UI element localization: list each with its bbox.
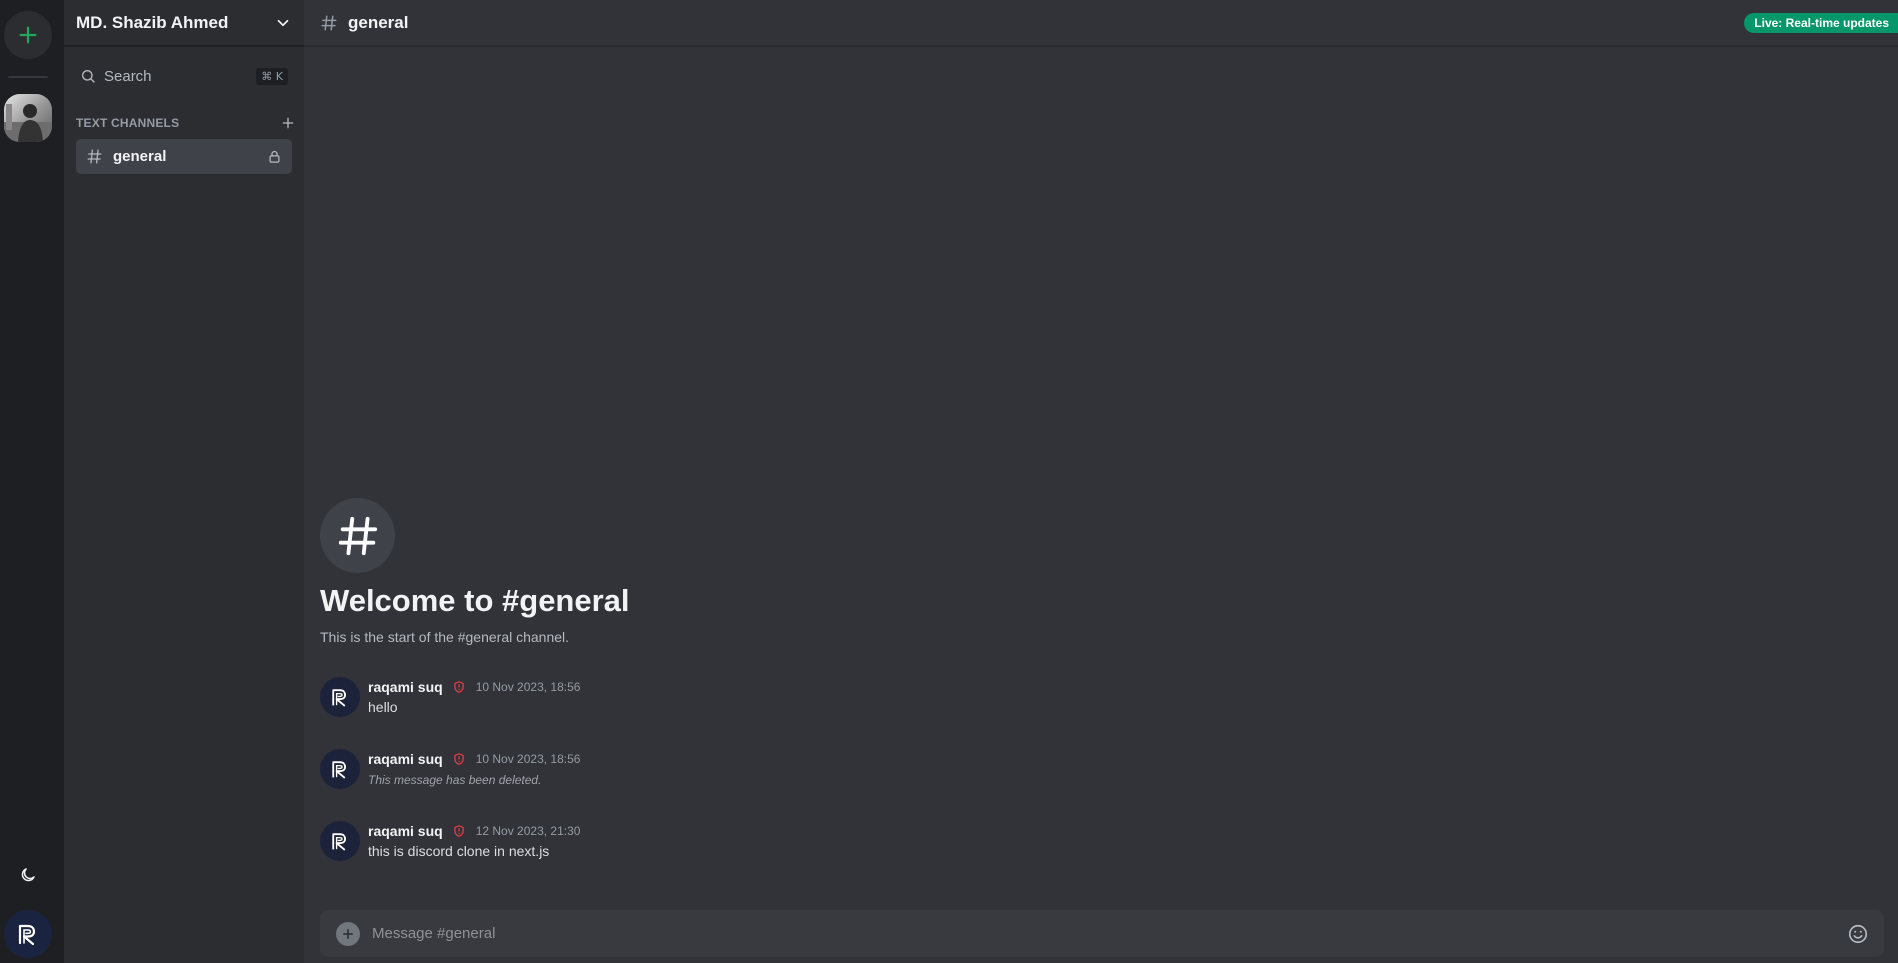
admin-role-badge [452, 824, 466, 838]
message-author[interactable]: raqami suq [368, 679, 443, 695]
message-text: hello [368, 699, 398, 715]
message-author[interactable]: raqami suq [368, 751, 443, 767]
lock-icon [269, 150, 280, 163]
channel-sidebar: MD. Shazib Ahmed Search ⌘ K TEXT CHANNEL… [64, 0, 304, 963]
moon-icon [21, 868, 35, 882]
shield-alert-icon [454, 753, 464, 765]
server-header[interactable]: MD. Shazib Ahmed [64, 0, 304, 47]
message-timestamp: 12 Nov 2023, 21:30 [475, 824, 581, 838]
hash-icon [87, 149, 102, 164]
message-header: raqami suq 10 Nov 2023, 18:56 [368, 750, 580, 768]
message-item: raqami suq 12 Nov 2023, 21:30 this is di… [320, 821, 580, 861]
search-shortcut: ⌘ K [256, 67, 288, 85]
brand-logo-icon [332, 761, 347, 779]
smile-icon [1848, 924, 1868, 943]
shield-alert-icon [454, 681, 464, 693]
message-header: raqami suq 10 Nov 2023, 18:56 [368, 678, 580, 696]
shield-alert-icon [454, 825, 464, 837]
plus-icon [19, 26, 37, 44]
chat-header: general Live: Real-time updates [304, 0, 1898, 47]
add-server-button[interactable] [4, 11, 52, 59]
message-body: raqami suq 10 Nov 2023, 18:56 hello [368, 677, 580, 717]
server-rail [0, 0, 64, 963]
message-composer [320, 910, 1884, 957]
add-channel-icon[interactable] [280, 115, 296, 131]
message-body: raqami suq 12 Nov 2023, 21:30 this is di… [368, 821, 580, 861]
message-timestamp: 10 Nov 2023, 18:56 [475, 752, 581, 766]
message-input[interactable] [372, 925, 1846, 942]
live-status-badge: Live: Real-time updates [1744, 13, 1898, 33]
section-label: TEXT CHANNELS [76, 116, 180, 130]
rail-separator [8, 76, 48, 78]
user-avatar-button[interactable] [4, 910, 52, 958]
message-item: raqami suq 10 Nov 2023, 18:56 This messa… [320, 749, 580, 789]
server-icon[interactable] [4, 94, 52, 142]
text-channels-section: TEXT CHANNELS [64, 115, 304, 131]
channel-name: general [113, 148, 167, 165]
channel-welcome: Welcome to #general This is the start of… [320, 498, 630, 645]
emoji-picker-button[interactable] [1846, 922, 1870, 946]
avatar[interactable] [320, 677, 360, 717]
deleted-message-text: This message has been deleted. [368, 773, 542, 787]
avatar[interactable] [320, 749, 360, 789]
theme-toggle-button[interactable] [14, 861, 42, 889]
welcome-title: Welcome to #general [320, 583, 630, 618]
admin-role-badge [452, 680, 466, 694]
channel-item-general[interactable]: general [76, 139, 292, 174]
message-text: this is discord clone in next.js [368, 843, 550, 859]
plus-icon [343, 928, 353, 939]
welcome-hash-icon [320, 498, 395, 573]
hash-icon [321, 15, 337, 30]
message-header: raqami suq 12 Nov 2023, 21:30 [368, 822, 580, 840]
channel-title: general [348, 12, 409, 32]
search-button[interactable]: Search ⌘ K [72, 61, 296, 91]
admin-role-badge [452, 752, 466, 766]
search-icon [82, 70, 95, 83]
brand-logo-icon [332, 833, 347, 851]
chevron-down-icon [277, 19, 289, 26]
chat-main: general Live: Real-time updates Welcome … [304, 0, 1898, 963]
search-label: Search [104, 67, 152, 85]
avatar[interactable] [320, 821, 360, 861]
message-author[interactable]: raqami suq [368, 823, 443, 839]
brand-logo-icon [18, 924, 36, 946]
message-item: raqami suq 10 Nov 2023, 18:56 hello [320, 677, 580, 717]
attach-file-button[interactable] [336, 921, 360, 946]
app-root: MD. Shazib Ahmed Search ⌘ K TEXT CHANNEL… [0, 0, 1898, 963]
brand-logo-icon [332, 689, 347, 707]
server-name: MD. Shazib Ahmed [76, 12, 229, 32]
message-body: raqami suq 10 Nov 2023, 18:56 This messa… [368, 749, 580, 789]
message-timestamp: 10 Nov 2023, 18:56 [475, 680, 581, 694]
server-avatar-image [4, 94, 52, 142]
welcome-subtitle: This is the start of the #general channe… [320, 629, 570, 645]
hash-icon [338, 516, 377, 555]
